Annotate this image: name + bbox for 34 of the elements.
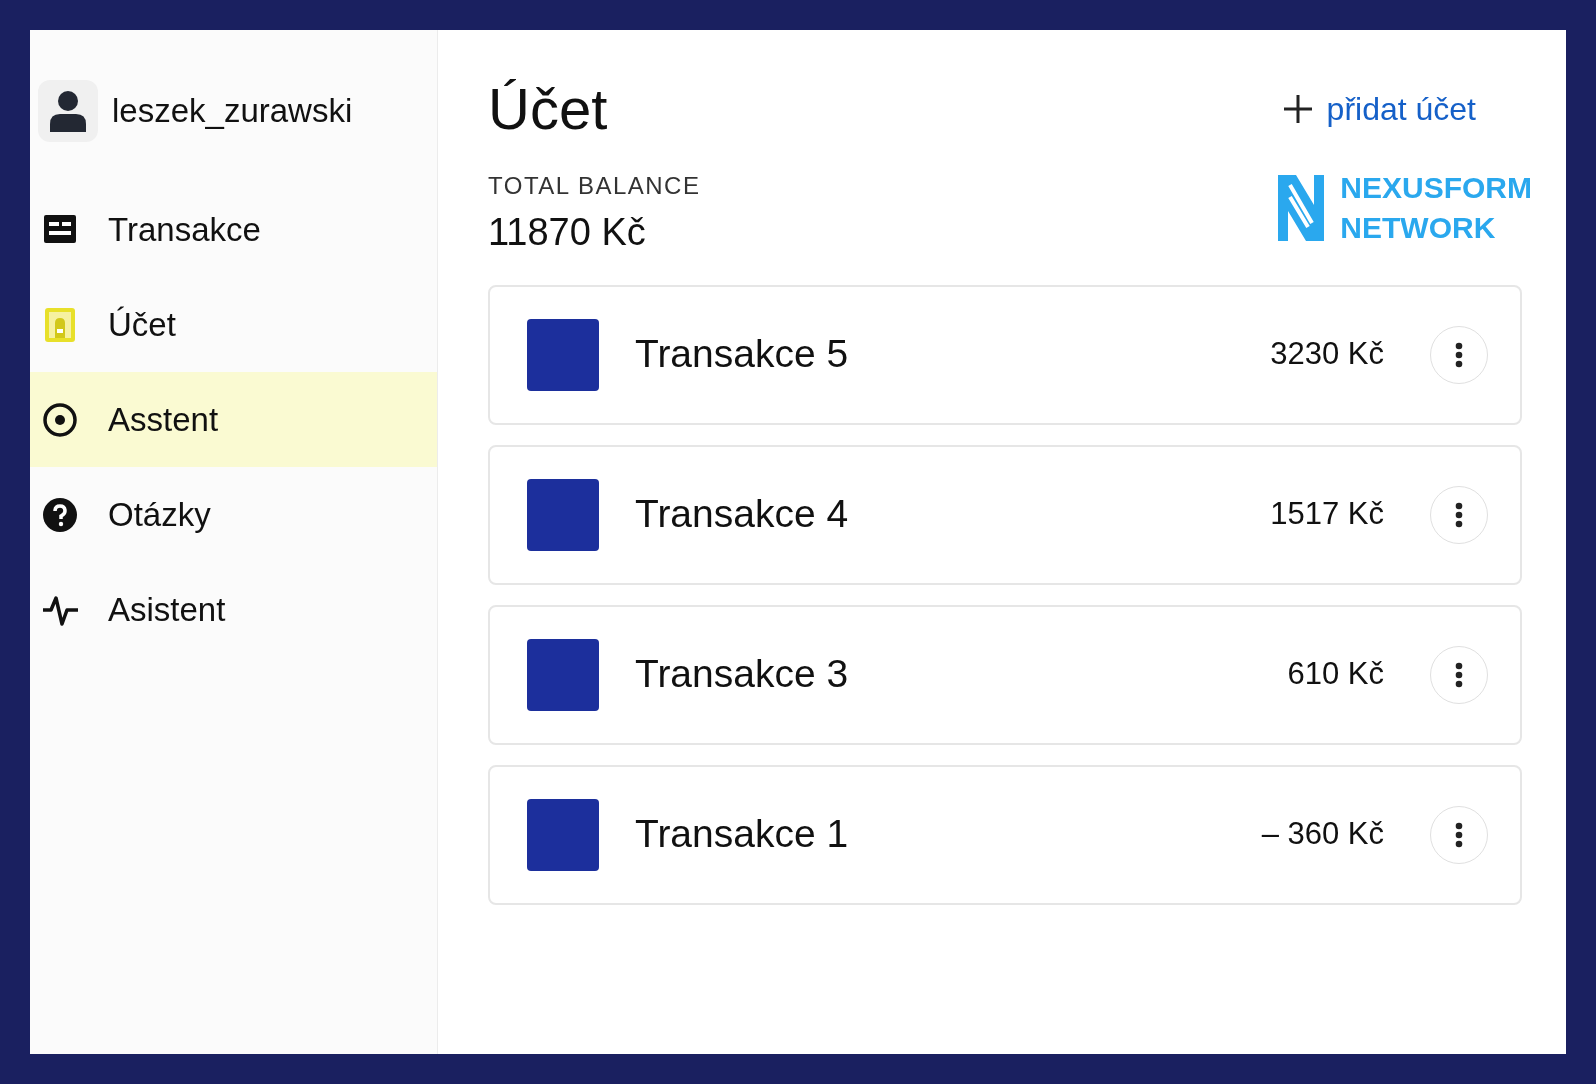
transaction-name: Transakce 1 (635, 811, 850, 858)
square-icon (527, 798, 599, 871)
balance-label: TOTAL BALANCE (488, 170, 701, 201)
transaction-amount: 610 Kč (1287, 655, 1384, 694)
logo-icon (1278, 175, 1325, 242)
add-account-link[interactable]: přidat účet (1282, 84, 1476, 133)
sidebar-item[interactable]: Transakce (30, 182, 437, 277)
logo-text: NEXUSFORM (1340, 169, 1532, 206)
logo-text: NETWORK (1340, 210, 1497, 247)
transaction-amount: – 360 Kč (1261, 815, 1384, 854)
avatar-icon (38, 80, 98, 142)
sidebar-item[interactable]: Asstent (30, 372, 437, 467)
transaction-name: Transakce 3 (635, 651, 850, 698)
help-icon (42, 496, 78, 533)
kebab-icon (1455, 661, 1463, 688)
square-icon (527, 318, 599, 391)
username: leszek_zurawski (112, 91, 353, 132)
square-icon (527, 638, 599, 711)
kebab-icon (1455, 821, 1463, 848)
balance-amount: 11870 Kč (488, 209, 647, 255)
page-title: Účet (488, 75, 608, 143)
sidebar-item[interactable]: Otázky (30, 467, 437, 562)
square-icon (527, 478, 599, 551)
plus-icon (1282, 93, 1313, 124)
transaction-amount: 1517 Kč (1270, 495, 1384, 534)
target-icon (42, 401, 78, 438)
transaction-name: Transakce 5 (635, 331, 850, 378)
transaction-amount: 3230 Kč (1270, 335, 1384, 374)
sidebar-item[interactable]: Účet (30, 277, 437, 372)
kebab-icon (1455, 341, 1463, 368)
sidebar-item[interactable]: Asistent (30, 562, 437, 657)
card-icon (42, 306, 78, 343)
kebab-icon (1455, 501, 1463, 528)
transaction-name: Transakce 4 (635, 491, 850, 538)
